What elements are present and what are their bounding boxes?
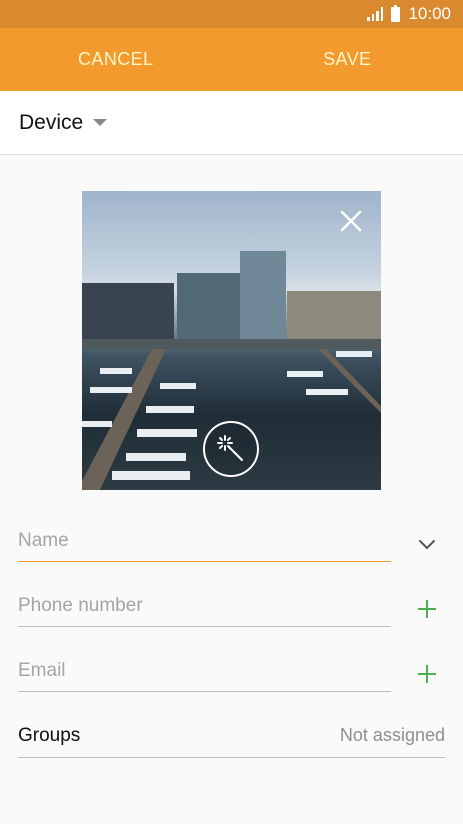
email-field[interactable]: Email xyxy=(18,650,391,692)
action-bar: CANCEL SAVE xyxy=(0,28,463,91)
battery-icon xyxy=(391,4,401,22)
status-icons: 10:00 xyxy=(367,4,451,24)
storage-selector[interactable]: Device xyxy=(0,91,463,155)
add-email-plus-icon[interactable] xyxy=(416,663,438,685)
close-icon[interactable] xyxy=(339,209,363,233)
phone-field[interactable]: Phone number xyxy=(18,585,391,627)
signal-icon xyxy=(367,7,384,21)
groups-row[interactable]: Groups Not assigned xyxy=(18,714,445,758)
cancel-button[interactable]: CANCEL xyxy=(0,28,232,91)
save-button[interactable]: SAVE xyxy=(232,28,463,91)
name-placeholder: Name xyxy=(18,529,69,551)
caret-down-icon xyxy=(93,119,108,126)
status-bar: 10:00 xyxy=(0,0,463,28)
status-time: 10:00 xyxy=(408,4,451,23)
chevron-down-icon[interactable] xyxy=(416,536,438,552)
name-field[interactable]: Name xyxy=(18,520,391,562)
groups-label: Groups xyxy=(18,724,81,746)
storage-label: Device xyxy=(19,110,84,134)
groups-value: Not assigned xyxy=(339,725,445,745)
add-phone-plus-icon[interactable] xyxy=(416,598,438,620)
contact-photo[interactable] xyxy=(82,191,381,490)
photo-effect-button[interactable] xyxy=(203,421,259,477)
phone-placeholder: Phone number xyxy=(18,594,143,616)
magic-wand-icon xyxy=(217,435,243,461)
email-placeholder: Email xyxy=(18,659,66,681)
